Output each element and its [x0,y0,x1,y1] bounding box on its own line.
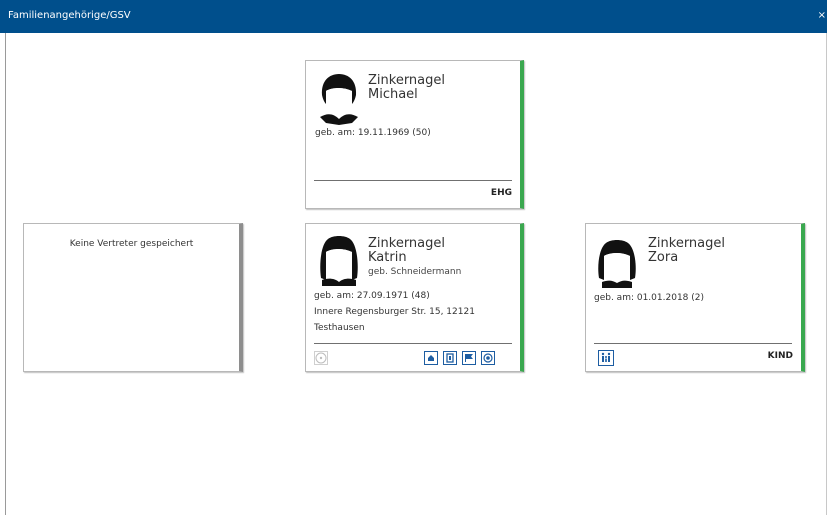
main-firstname: Katrin [368,250,407,265]
girl-avatar-icon [598,240,636,288]
window-title: Familienangehörige/GSV [8,10,131,21]
female-avatar-icon [320,236,358,286]
flag-icon[interactable] [462,351,476,365]
child-firstname: Zora [648,250,679,265]
child-birthdate: geb. am: 01.01.2018 (2) [594,293,704,303]
main-birthdate: geb. am: 27.09.1971 (48) [314,291,430,301]
main-maiden-name: geb. Schneidermann [368,267,462,277]
window-titlebar: Familienangehörige/GSV × [0,0,827,33]
child-card[interactable]: Zinkernagel Zora geb. am: 01.01.2018 (2)… [585,223,805,372]
document-icon[interactable] [443,351,457,365]
main-surname: Zinkernagel [368,236,446,251]
add-circle-icon[interactable] [314,351,328,365]
male-avatar-icon [320,74,358,125]
child-relation-label: KIND [767,351,793,361]
spouse-firstname: Michael [368,87,418,102]
family-icon[interactable] [598,350,614,366]
child-divider [594,343,792,344]
spouse-surname: Zinkernagel [368,73,446,88]
spouse-card[interactable]: Zinkernagel Michael geb. am: 19.11.1969 … [305,60,524,209]
main-person-card[interactable]: Zinkernagel Katrin geb. Schneidermann ge… [305,223,524,372]
spouse-divider [314,180,512,181]
main-divider [314,343,512,344]
spouse-relation-label: EHG [490,188,512,198]
target-icon[interactable] [481,351,495,365]
child-surname: Zinkernagel [648,236,726,251]
frame-left-border [5,33,6,515]
representatives-card[interactable]: Keine Vertreter gespeichert [23,223,243,372]
main-address-city: Testhausen [314,323,365,333]
main-address-street: Innere Regensburger Str. 15, 12121 [314,307,475,317]
spouse-birthdate: geb. am: 19.11.1969 (50) [315,128,431,138]
close-icon[interactable]: × [818,11,826,21]
home-icon[interactable] [424,351,438,365]
no-representatives-text: Keine Vertreter gespeichert [69,239,194,249]
